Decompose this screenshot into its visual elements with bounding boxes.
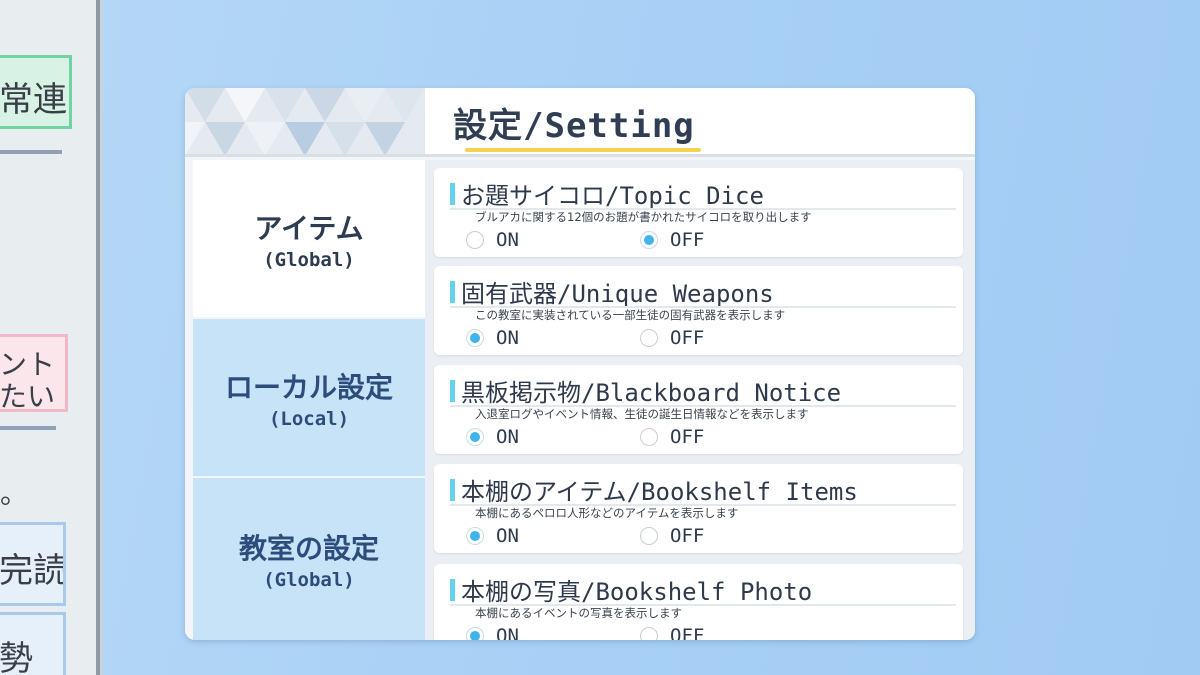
radio-option-on[interactable]: ON (466, 229, 519, 251)
setting-description: 本棚にあるイベントの写真を表示します (475, 606, 682, 620)
radio-option-off[interactable]: OFF (640, 426, 704, 448)
radio-label: ON (496, 525, 519, 547)
radio-button[interactable] (466, 627, 484, 640)
card-accent-bar (450, 579, 455, 601)
tab-local-settings[interactable]: ローカル設定 (Local) (193, 319, 425, 476)
radio-button[interactable] (640, 231, 658, 249)
title-underline (465, 148, 701, 152)
radio-button[interactable] (640, 329, 658, 347)
setting-title: お題サイコロ/Topic Dice (461, 182, 764, 210)
card-accent-bar (450, 380, 455, 402)
setting-title: 本棚のアイテム/Bookshelf Items (461, 478, 858, 506)
tab-scope: (Global) (263, 569, 355, 591)
card-accent-bar (450, 479, 455, 501)
radio-label: OFF (670, 327, 705, 349)
settings-list[interactable]: お題サイコロ/Topic Dice ブルアカに関する12個のお題が書かれたサイコ… (425, 160, 975, 640)
setting-title: 本棚の写真/Bookshelf Photo (461, 578, 813, 606)
radio-option-off[interactable]: OFF (640, 327, 704, 349)
setting-description: ブルアカに関する12個のお題が書かれたサイコロを取り出します (475, 210, 812, 224)
radio-option-off[interactable]: OFF (640, 525, 704, 547)
radio-option-off[interactable]: OFF (640, 625, 704, 640)
radio-label: OFF (670, 625, 705, 640)
radio-option-on[interactable]: ON (466, 625, 519, 640)
setting-title: 固有武器/Unique Weapons (461, 280, 774, 308)
header-triangle-decoration (185, 88, 425, 156)
background-text-period: 。 (0, 477, 29, 510)
setting-card-bookshelf-photo: 本棚の写真/Bookshelf Photo 本棚にあるイベントの写真を表示します… (434, 564, 963, 640)
tab-classroom-settings[interactable]: 教室の設定 (Global) (193, 478, 425, 640)
tab-items-global[interactable]: アイテム (Global) (193, 160, 425, 317)
background-tag-read: 完読 (0, 522, 66, 606)
tab-label: 教室の設定 (238, 532, 379, 565)
radio-button[interactable] (466, 527, 484, 545)
radio-option-on[interactable]: ON (466, 525, 519, 547)
radio-button[interactable] (640, 527, 658, 545)
background-tag-bottom: 勢 (0, 612, 66, 675)
page-title: 設定/Setting (453, 106, 695, 146)
tab-scope: (Local) (268, 407, 350, 430)
radio-button[interactable] (640, 428, 658, 446)
background-tag-pink-line2: たい (0, 380, 56, 413)
card-accent-bar (450, 183, 455, 205)
background-tag-pink: ント たい (0, 334, 68, 413)
tab-label: アイテム (254, 211, 364, 245)
radio-option-on[interactable]: ON (466, 426, 519, 448)
setting-card-unique-weapons: 固有武器/Unique Weapons この教室に実装されている一部生徒の固有武… (434, 266, 963, 355)
background-divider (0, 150, 62, 154)
setting-title: 黒板掲示物/Blackboard Notice (461, 379, 842, 407)
radio-option-on[interactable]: ON (466, 327, 519, 349)
setting-card-topic-dice: お題サイコロ/Topic Dice ブルアカに関する12個のお題が書かれたサイコ… (434, 168, 963, 257)
panel-header: 設定/Setting (185, 88, 975, 157)
settings-panel: 設定/Setting アイテム (Global) ローカル設定 (Local) … (185, 88, 975, 640)
background-divider (0, 426, 56, 430)
radio-label: OFF (670, 426, 705, 448)
header-divider (185, 154, 975, 157)
setting-description: この教室に実装されている一部生徒の固有武器を表示します (475, 308, 786, 322)
radio-button[interactable] (466, 231, 484, 249)
radio-label: ON (496, 327, 519, 349)
radio-label: OFF (670, 229, 705, 251)
radio-button[interactable] (466, 329, 484, 347)
tab-label: ローカル設定 (224, 370, 393, 404)
radio-button[interactable] (640, 627, 658, 640)
radio-label: OFF (670, 525, 705, 547)
radio-option-off[interactable]: OFF (640, 229, 704, 251)
setting-description: 入退室ログやイベント情報、生徒の誕生日情報などを表示します (475, 407, 809, 421)
background-board: 常連 ント たい 。 完読 勢 (0, 0, 100, 675)
radio-label: ON (496, 625, 519, 640)
card-accent-bar (450, 281, 455, 303)
background-tag-regular: 常連 (0, 55, 72, 129)
setting-card-bookshelf-items: 本棚のアイテム/Bookshelf Items 本棚にあるペロロ人形などのアイテ… (434, 464, 963, 553)
radio-label: ON (496, 229, 519, 251)
tab-scope: (Global) (263, 248, 355, 271)
radio-label: ON (496, 426, 519, 448)
setting-description: 本棚にあるペロロ人形などのアイテムを表示します (475, 506, 739, 520)
setting-card-blackboard-notice: 黒板掲示物/Blackboard Notice 入退室ログやイベント情報、生徒の… (434, 365, 963, 454)
radio-button[interactable] (466, 428, 484, 446)
settings-tabs: アイテム (Global) ローカル設定 (Local) 教室の設定 (Glob… (193, 160, 425, 640)
